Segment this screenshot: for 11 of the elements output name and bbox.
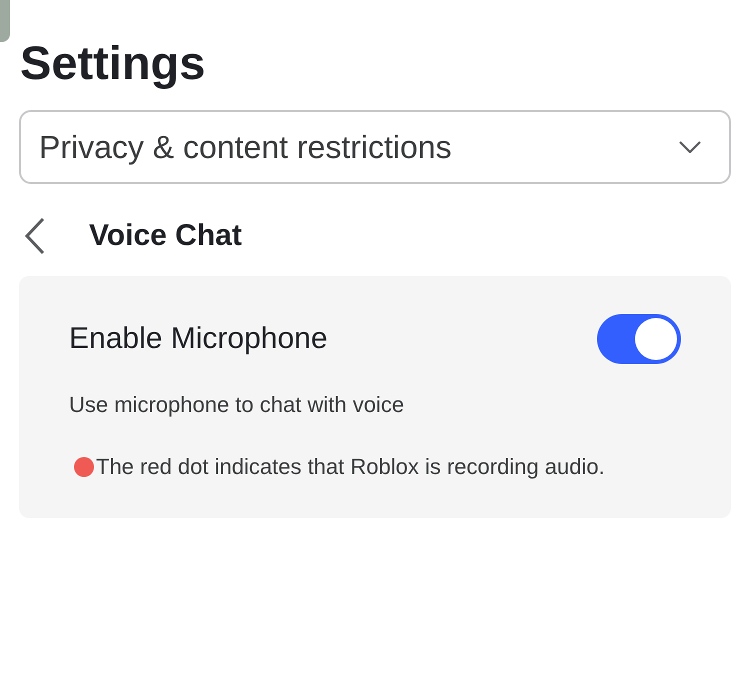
chevron-down-icon	[679, 141, 701, 153]
section-title: Voice Chat	[89, 219, 242, 253]
dot-icon	[74, 457, 94, 477]
toggle-switch[interactable]	[597, 314, 681, 364]
recording-note: The red dot indicates that Roblox is recording audio.	[96, 454, 605, 479]
panel-edge	[0, 0, 10, 42]
setting-description: Use microphone to chat with voice	[69, 392, 406, 418]
category-dropdown[interactable]: Privacy & content restrictions	[19, 110, 731, 184]
setting-label: Enable Microphone	[69, 322, 328, 356]
page-title: Settings	[20, 36, 206, 90]
back-icon[interactable]	[25, 218, 45, 254]
